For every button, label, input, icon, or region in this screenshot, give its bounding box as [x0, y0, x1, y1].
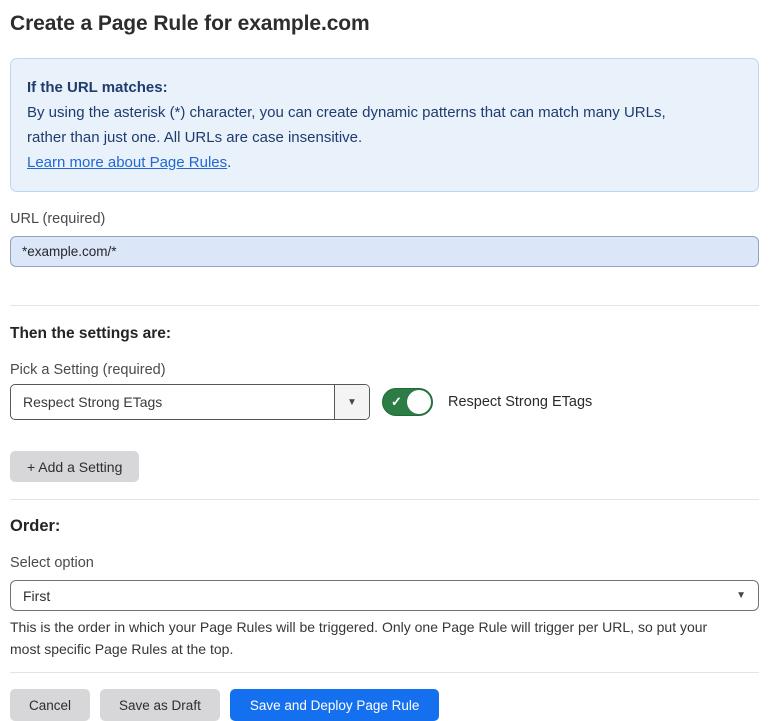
- info-link-row: Learn more about Page Rules.: [27, 150, 742, 175]
- order-select[interactable]: First ▼: [10, 580, 759, 611]
- order-select-value: First: [23, 588, 50, 604]
- chevron-down-icon: ▼: [736, 590, 746, 601]
- pick-setting-label: Pick a Setting (required): [10, 362, 759, 379]
- page-rule-form: Create a Page Rule for example.com If th…: [0, 0, 769, 721]
- info-box-body-line2: rather than just one. All URLs are case …: [27, 125, 742, 150]
- link-period: .: [227, 154, 231, 171]
- add-setting-button[interactable]: + Add a Setting: [10, 451, 139, 482]
- learn-more-link[interactable]: Learn more about Page Rules: [27, 154, 227, 171]
- save-deploy-button[interactable]: Save and Deploy Page Rule: [230, 689, 440, 721]
- footer-buttons: Cancel Save as Draft Save and Deploy Pag…: [10, 689, 759, 721]
- info-box-heading: If the URL matches:: [27, 75, 742, 100]
- order-help-line2: most specific Page Rules at the top.: [10, 639, 759, 661]
- setting-row: Respect Strong ETags ▼ ✓ Respect Strong …: [10, 384, 759, 420]
- order-heading: Order:: [10, 517, 759, 536]
- url-label: URL (required): [10, 211, 759, 228]
- save-draft-button[interactable]: Save as Draft: [100, 689, 220, 721]
- page-title: Create a Page Rule for example.com: [10, 0, 759, 37]
- url-input[interactable]: [10, 236, 759, 267]
- footer-divider: [10, 672, 759, 673]
- url-match-info-box: If the URL matches: By using the asteris…: [10, 58, 759, 192]
- select-option-label: Select option: [10, 555, 759, 572]
- order-help-line1: This is the order in which your Page Rul…: [10, 617, 759, 639]
- chevron-down-icon[interactable]: ▼: [334, 385, 369, 419]
- order-help-text: This is the order in which your Page Rul…: [10, 617, 759, 660]
- toggle-label: Respect Strong ETags: [448, 394, 592, 410]
- etags-toggle[interactable]: ✓: [382, 388, 433, 416]
- settings-heading: Then the settings are:: [10, 325, 759, 343]
- section-divider-1: [10, 305, 759, 306]
- setting-select[interactable]: Respect Strong ETags ▼: [10, 384, 370, 420]
- setting-select-value: Respect Strong ETags: [11, 385, 334, 419]
- section-divider-2: [10, 499, 759, 500]
- toggle-knob: [407, 390, 431, 414]
- cancel-button[interactable]: Cancel: [10, 689, 90, 721]
- info-box-body-line1: By using the asterisk (*) character, you…: [27, 100, 742, 125]
- check-icon: ✓: [391, 395, 402, 408]
